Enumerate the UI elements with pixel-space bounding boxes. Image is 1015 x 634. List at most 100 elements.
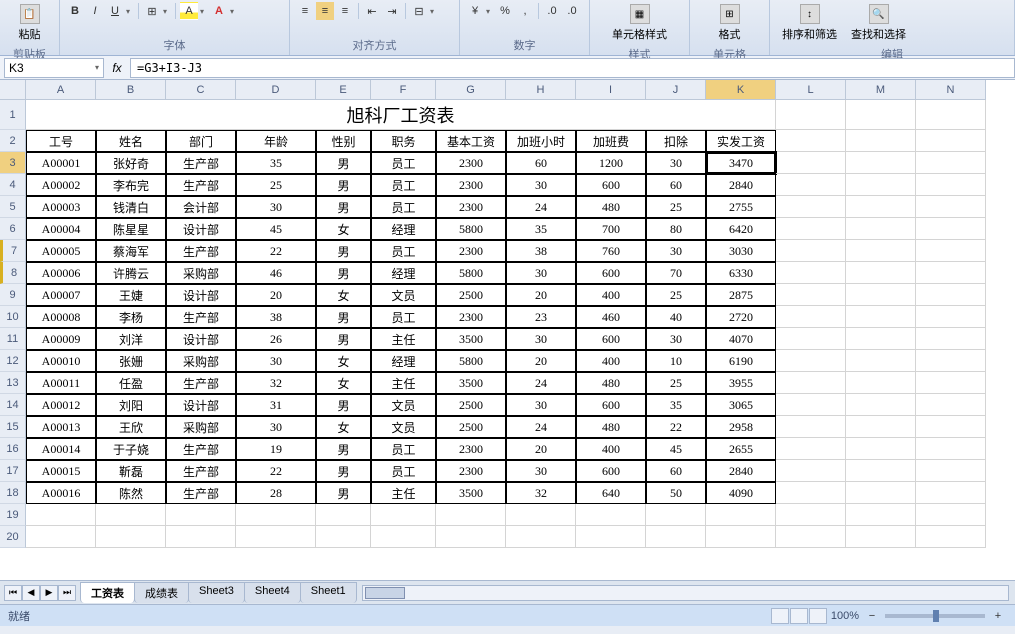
data-cell[interactable]: 700 bbox=[576, 218, 646, 240]
data-cell[interactable]: 生产部 bbox=[166, 152, 236, 174]
data-cell[interactable]: 采购部 bbox=[166, 416, 236, 438]
percent-button[interactable]: % bbox=[496, 2, 514, 20]
data-cell[interactable]: 60 bbox=[646, 460, 706, 482]
column-header-A[interactable]: A bbox=[26, 80, 96, 100]
data-cell[interactable]: 男 bbox=[316, 262, 371, 284]
data-cell[interactable]: 生产部 bbox=[166, 372, 236, 394]
data-cell[interactable]: 刘阳 bbox=[96, 394, 166, 416]
sheet-nav-first[interactable]: ⏮ bbox=[4, 585, 22, 601]
data-cell[interactable]: 1200 bbox=[576, 152, 646, 174]
data-cell[interactable]: 30 bbox=[506, 262, 576, 284]
data-cell[interactable]: 480 bbox=[576, 196, 646, 218]
sheet-nav-next[interactable]: ▶ bbox=[40, 585, 58, 601]
row-header-20[interactable]: 20 bbox=[0, 526, 26, 548]
data-cell[interactable]: 35 bbox=[646, 394, 706, 416]
data-cell[interactable]: 28 bbox=[236, 482, 316, 504]
data-cell[interactable]: 生产部 bbox=[166, 306, 236, 328]
sheet-tab[interactable]: Sheet1 bbox=[300, 582, 357, 603]
font-color-button[interactable]: A bbox=[210, 2, 228, 20]
data-cell[interactable]: 陈星星 bbox=[96, 218, 166, 240]
zoom-slider[interactable] bbox=[885, 614, 985, 618]
header-cell[interactable]: 职务 bbox=[371, 130, 436, 152]
column-header-H[interactable]: H bbox=[506, 80, 576, 100]
zoom-in[interactable]: + bbox=[989, 607, 1007, 625]
column-header-G[interactable]: G bbox=[436, 80, 506, 100]
data-cell[interactable]: 30 bbox=[506, 394, 576, 416]
name-box[interactable]: K3 ▾ bbox=[4, 58, 104, 78]
data-cell[interactable]: 2300 bbox=[436, 152, 506, 174]
row-header-6[interactable]: 6 bbox=[0, 218, 26, 240]
data-cell[interactable]: 22 bbox=[236, 240, 316, 262]
data-cell[interactable]: 陈然 bbox=[96, 482, 166, 504]
data-cell[interactable]: 2300 bbox=[436, 174, 506, 196]
data-cell[interactable]: 600 bbox=[576, 460, 646, 482]
sheet-tab[interactable]: 成绩表 bbox=[134, 582, 189, 603]
data-cell[interactable]: 2840 bbox=[706, 460, 776, 482]
data-cell[interactable]: 2875 bbox=[706, 284, 776, 306]
sheet-tab[interactable]: 工资表 bbox=[80, 582, 135, 603]
data-cell[interactable]: 主任 bbox=[371, 328, 436, 350]
data-cell[interactable]: A00014 bbox=[26, 438, 96, 460]
data-cell[interactable]: 2840 bbox=[706, 174, 776, 196]
view-normal[interactable] bbox=[771, 608, 789, 624]
row-header-16[interactable]: 16 bbox=[0, 438, 26, 460]
data-cell[interactable]: 5800 bbox=[436, 350, 506, 372]
data-cell[interactable]: 19 bbox=[236, 438, 316, 460]
data-cell[interactable]: 6420 bbox=[706, 218, 776, 240]
align-left-button[interactable]: ≡ bbox=[296, 2, 314, 20]
data-cell[interactable]: 男 bbox=[316, 196, 371, 218]
sheet-nav-last[interactable]: ⏭ bbox=[58, 585, 76, 601]
data-cell[interactable]: 设计部 bbox=[166, 284, 236, 306]
bold-button[interactable]: B bbox=[66, 2, 84, 20]
cells-area[interactable]: 旭科厂工资表工号姓名部门年龄性别职务基本工资加班小时加班费扣除实发工资A0000… bbox=[26, 100, 986, 548]
data-cell[interactable]: 员工 bbox=[371, 174, 436, 196]
data-cell[interactable]: 760 bbox=[576, 240, 646, 262]
data-cell[interactable]: 2300 bbox=[436, 306, 506, 328]
data-cell[interactable]: 2300 bbox=[436, 196, 506, 218]
data-cell[interactable]: 31 bbox=[236, 394, 316, 416]
fx-button[interactable]: fx bbox=[108, 59, 126, 77]
data-cell[interactable]: 30 bbox=[646, 152, 706, 174]
format-button[interactable]: ⊞ 格式 bbox=[696, 2, 763, 44]
align-center-button[interactable]: ≡ bbox=[316, 2, 334, 20]
column-header-C[interactable]: C bbox=[166, 80, 236, 100]
data-cell[interactable]: 生产部 bbox=[166, 174, 236, 196]
data-cell[interactable]: 男 bbox=[316, 174, 371, 196]
data-cell[interactable]: 22 bbox=[646, 416, 706, 438]
data-cell[interactable]: 38 bbox=[506, 240, 576, 262]
view-page-break[interactable] bbox=[809, 608, 827, 624]
data-cell[interactable]: 生产部 bbox=[166, 240, 236, 262]
data-cell[interactable]: 主任 bbox=[371, 482, 436, 504]
column-header-I[interactable]: I bbox=[576, 80, 646, 100]
formula-input[interactable]: =G3+I3-J3 bbox=[130, 58, 1015, 78]
header-cell[interactable]: 加班小时 bbox=[506, 130, 576, 152]
data-cell[interactable]: A00008 bbox=[26, 306, 96, 328]
data-cell[interactable]: 3955 bbox=[706, 372, 776, 394]
data-cell[interactable]: 400 bbox=[576, 284, 646, 306]
data-cell[interactable]: 设计部 bbox=[166, 328, 236, 350]
data-cell[interactable]: 460 bbox=[576, 306, 646, 328]
header-cell[interactable]: 性别 bbox=[316, 130, 371, 152]
data-cell[interactable]: 女 bbox=[316, 218, 371, 240]
data-cell[interactable]: A00016 bbox=[26, 482, 96, 504]
data-cell[interactable]: A00001 bbox=[26, 152, 96, 174]
data-cell[interactable]: 员工 bbox=[371, 240, 436, 262]
data-cell[interactable]: 24 bbox=[506, 372, 576, 394]
data-cell[interactable]: 许腾云 bbox=[96, 262, 166, 284]
data-cell[interactable]: 生产部 bbox=[166, 438, 236, 460]
header-cell[interactable]: 年龄 bbox=[236, 130, 316, 152]
data-cell[interactable]: 2655 bbox=[706, 438, 776, 460]
underline-button[interactable]: U bbox=[106, 2, 124, 20]
row-header-17[interactable]: 17 bbox=[0, 460, 26, 482]
data-cell[interactable]: 靳磊 bbox=[96, 460, 166, 482]
data-cell[interactable]: A00013 bbox=[26, 416, 96, 438]
column-header-F[interactable]: F bbox=[371, 80, 436, 100]
header-cell[interactable]: 部门 bbox=[166, 130, 236, 152]
data-cell[interactable]: 24 bbox=[506, 416, 576, 438]
row-header-11[interactable]: 11 bbox=[0, 328, 26, 350]
column-header-D[interactable]: D bbox=[236, 80, 316, 100]
data-cell[interactable]: A00015 bbox=[26, 460, 96, 482]
header-cell[interactable]: 加班费 bbox=[576, 130, 646, 152]
row-header-2[interactable]: 2 bbox=[0, 130, 26, 152]
data-cell[interactable]: 20 bbox=[236, 284, 316, 306]
